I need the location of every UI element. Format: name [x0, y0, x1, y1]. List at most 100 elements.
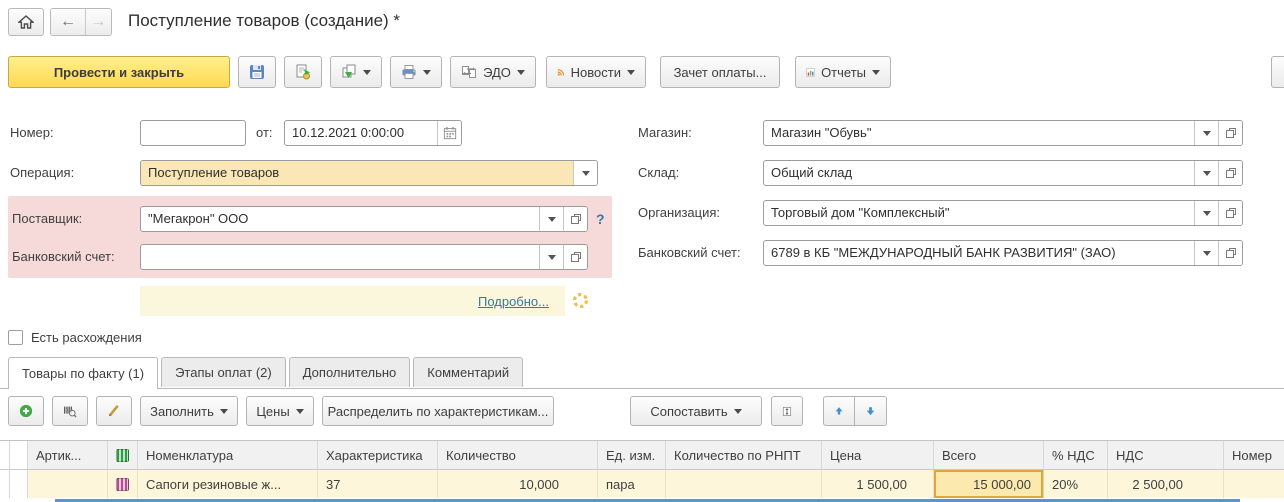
print-dropdown-caret-icon [423, 70, 431, 75]
add-plus-icon [19, 403, 33, 419]
tab-label: Этапы оплат (2) [175, 365, 272, 380]
add-row-button[interactable] [8, 396, 44, 426]
news-dropdown-caret-icon [627, 70, 635, 75]
tab-label: Товары по факту (1) [22, 366, 144, 381]
number-label: Номер: [10, 120, 54, 146]
cell-characteristic[interactable]: 37 [318, 470, 438, 498]
col-header-nomenclature[interactable]: Номенклатура [138, 441, 318, 470]
edit-brush-button[interactable] [96, 396, 132, 426]
payment-offset-button[interactable]: Зачет оплаты... [660, 56, 780, 88]
col-header-rnpt-quantity[interactable]: Количество по РНПТ [666, 441, 822, 470]
cell-nomenclature[interactable]: Сапоги резиновые ж... [138, 470, 318, 498]
move-row-down-button[interactable] [855, 396, 887, 426]
cell-quantity[interactable]: 10,000 [438, 470, 598, 498]
organization-dropdown-button[interactable] [1194, 201, 1218, 225]
home-button[interactable] [8, 8, 44, 36]
copy-create-based-button[interactable] [330, 56, 382, 88]
cell-rnpt-quantity[interactable] [666, 470, 822, 498]
warehouse-dropdown-button[interactable] [1194, 161, 1218, 185]
col-header-article[interactable]: Артик... [28, 441, 108, 470]
move-row-up-button[interactable] [823, 396, 855, 426]
edo-button[interactable]: ЭДО [450, 56, 536, 88]
fill-button[interactable]: Заполнить [140, 396, 238, 426]
supplier-dropdown-button[interactable] [539, 207, 563, 231]
cell-total-selected[interactable]: 15 000,00 [934, 470, 1044, 498]
post-and-close-label: Провести и закрыть [54, 65, 184, 80]
cell-unit[interactable]: пара [598, 470, 666, 498]
store-open-button[interactable] [1218, 121, 1242, 145]
supplier-help-link[interactable]: ? [596, 211, 605, 227]
forward-button[interactable]: → [86, 9, 111, 35]
supplier-open-button[interactable] [563, 207, 587, 231]
cell-number[interactable] [1224, 470, 1284, 498]
print-button[interactable] [390, 56, 442, 88]
col-header-vat-rate[interactable]: % НДС [1044, 441, 1108, 470]
match-label: Сопоставить [650, 404, 727, 419]
supplier-field[interactable]: "Мегакрон" ООО [140, 206, 588, 232]
cell-barcode[interactable] [108, 470, 138, 498]
col-header-characteristic[interactable]: Характеристика [318, 441, 438, 470]
print-icon [401, 64, 417, 80]
calendar-icon [443, 126, 457, 140]
org-bank-account-field[interactable]: 6789 в КБ "МЕЖДУНАРОДНЫЙ БАНК РАЗВИТИЯ" … [763, 240, 1243, 266]
store-value[interactable]: Магазин "Обувь" [764, 121, 1194, 145]
col-header-price[interactable]: Цена [822, 441, 934, 470]
date-calendar-button[interactable] [437, 121, 461, 145]
table-row[interactable]: Сапоги резиновые ж... 37 10,000 пара 1 5… [0, 470, 1284, 498]
date-value[interactable]: 10.12.2021 0:00:00 [285, 121, 437, 145]
back-button[interactable]: ← [51, 9, 85, 35]
tab-payment-stages[interactable]: Этапы оплат (2) [161, 357, 286, 387]
tab-comment[interactable]: Комментарий [413, 357, 523, 387]
tab-label: Комментарий [427, 365, 509, 380]
warehouse-field[interactable]: Общий склад [763, 160, 1243, 186]
news-button[interactable]: Новости [546, 56, 646, 88]
col-header-unit[interactable]: Ед. изм. [598, 441, 666, 470]
col-header-quantity[interactable]: Количество [438, 441, 598, 470]
barcode-scan-button[interactable] [52, 396, 88, 426]
col-header-number[interactable]: Номер [1224, 441, 1284, 470]
number-value[interactable] [141, 121, 245, 145]
date-field[interactable]: 10.12.2021 0:00:00 [284, 120, 462, 146]
details-link[interactable]: Подробно... [478, 294, 549, 309]
org-bank-account-value[interactable]: 6789 в КБ "МЕЖДУНАРОДНЫЙ БАНК РАЗВИТИЯ" … [764, 241, 1194, 265]
warehouse-value[interactable]: Общий склад [764, 161, 1194, 185]
discrepancies-checkbox[interactable] [8, 330, 23, 345]
tab-additional[interactable]: Дополнительно [289, 357, 411, 387]
post-document-button[interactable] [284, 56, 322, 88]
cell-article[interactable] [28, 470, 108, 498]
toolbar-overflow-button-partial[interactable] [1271, 56, 1284, 88]
operation-value[interactable]: Поступление товаров [141, 161, 573, 185]
dropdown-caret-icon [582, 171, 590, 176]
store-field[interactable]: Магазин "Обувь" [763, 120, 1243, 146]
store-dropdown-button[interactable] [1194, 121, 1218, 145]
distribute-by-characteristics-button[interactable]: Распределить по характеристикам... [322, 396, 554, 426]
org-bank-account-open-button[interactable] [1218, 241, 1242, 265]
row-height-fit-button[interactable] [771, 396, 803, 426]
supplier-bank-account-field[interactable] [140, 244, 588, 270]
organization-field[interactable]: Торговый дом "Комплексный" [763, 200, 1243, 226]
cell-price[interactable]: 1 500,00 [822, 470, 934, 498]
supplier-value[interactable]: "Мегакрон" ООО [141, 207, 539, 231]
operation-dropdown-button[interactable] [573, 161, 597, 185]
match-button[interactable]: Сопоставить [630, 396, 762, 426]
tab-goods-by-fact[interactable]: Товары по факту (1) [8, 357, 158, 389]
number-field[interactable] [140, 120, 246, 146]
org-bank-account-dropdown-button[interactable] [1194, 241, 1218, 265]
post-and-close-button[interactable]: Провести и закрыть [8, 56, 230, 88]
supplier-bank-account-value[interactable] [141, 245, 539, 269]
reports-button[interactable]: Отчеты [795, 56, 891, 88]
organization-value[interactable]: Торговый дом "Комплексный" [764, 201, 1194, 225]
col-header-vat-amount[interactable]: НДС [1108, 441, 1224, 470]
col-header-barcode[interactable] [108, 441, 138, 470]
operation-field[interactable]: Поступление товаров [140, 160, 598, 186]
organization-open-button[interactable] [1218, 201, 1242, 225]
save-button[interactable] [238, 56, 276, 88]
cell-vat-amount[interactable]: 2 500,00 [1108, 470, 1224, 498]
dropdown-caret-icon [1203, 211, 1211, 216]
supplier-bank-account-open-button[interactable] [563, 245, 587, 269]
supplier-bank-account-dropdown-button[interactable] [539, 245, 563, 269]
col-header-total[interactable]: Всего [934, 441, 1044, 470]
warehouse-open-button[interactable] [1218, 161, 1242, 185]
prices-button[interactable]: Цены [246, 396, 314, 426]
cell-vat-rate[interactable]: 20% [1044, 470, 1108, 498]
